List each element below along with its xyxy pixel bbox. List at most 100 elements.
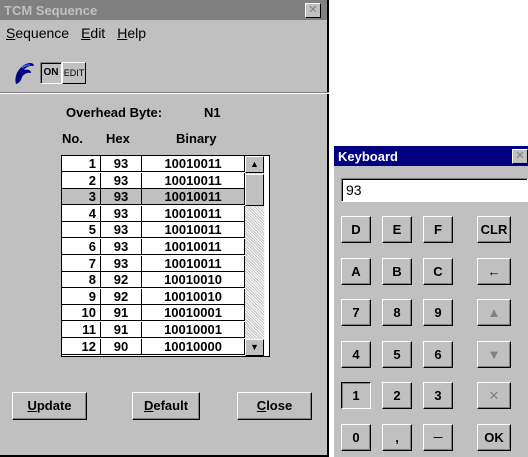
- row-number-cell[interactable]: 5: [62, 222, 101, 239]
- key-8[interactable]: 8: [382, 299, 412, 326]
- table-row[interactable]: 1 93 10010011: [62, 156, 245, 172]
- row-hex-cell[interactable]: 93: [101, 205, 142, 222]
- scroll-up-button[interactable]: ▲: [245, 156, 264, 173]
- row-binary-cell[interactable]: 10010010: [142, 272, 245, 289]
- table-row[interactable]: 9 92 10010010: [62, 288, 245, 305]
- sequence-grid[interactable]: 1 93 10010011 2 93 10010011 3 93 10010011 4 93 1001…: [61, 155, 270, 357]
- row-number-cell[interactable]: 4: [62, 205, 101, 222]
- table-row[interactable]: 11 91 10010001: [62, 322, 245, 338]
- tcm-toolbar: ON EDIT: [12, 60, 86, 86]
- key-9[interactable]: 9: [423, 299, 453, 326]
- overhead-byte-value: N1: [204, 105, 221, 120]
- on-toggle-button[interactable]: ON: [40, 62, 62, 84]
- row-binary-cell[interactable]: 10010001: [142, 322, 245, 338]
- tcm-close-x-button[interactable]: ✕: [305, 3, 321, 18]
- menu-sequence[interactable]: Sequence: [0, 22, 75, 44]
- key-b[interactable]: B: [382, 258, 412, 285]
- keyboard-title-bar[interactable]: Keyboard: [334, 146, 528, 166]
- table-row[interactable]: 3 93 10010011: [62, 189, 245, 206]
- row-binary-cell[interactable]: 10010001: [142, 305, 245, 322]
- key-0[interactable]: 0: [341, 424, 371, 451]
- table-row[interactable]: 8 92 10010010: [62, 272, 245, 289]
- key-comma[interactable]: ,: [382, 424, 412, 451]
- default-button[interactable]: Default: [132, 392, 200, 420]
- edit-toggle-button[interactable]: EDIT: [62, 62, 86, 84]
- close-icon: ✕: [308, 4, 318, 16]
- column-header-binary: Binary: [176, 131, 217, 146]
- table-row[interactable]: 7 93 10010011: [62, 255, 245, 272]
- row-hex-cell[interactable]: 93: [101, 255, 142, 272]
- close-button[interactable]: Close: [237, 392, 312, 420]
- update-button[interactable]: Update: [12, 392, 87, 420]
- row-binary-cell[interactable]: 10010011: [142, 172, 245, 189]
- row-number-cell[interactable]: 3: [62, 189, 101, 206]
- menu-help[interactable]: Help: [111, 22, 152, 44]
- row-number-cell[interactable]: 9: [62, 288, 101, 305]
- key-2[interactable]: 2: [382, 382, 412, 409]
- table-row[interactable]: 10 91 10010001: [62, 305, 245, 322]
- row-number-cell[interactable]: 11: [62, 322, 101, 338]
- scroll-thumb[interactable]: [245, 174, 264, 206]
- row-hex-cell[interactable]: 91: [101, 322, 142, 338]
- key-4[interactable]: 4: [341, 341, 371, 368]
- row-hex-cell[interactable]: 92: [101, 272, 142, 289]
- table-row[interactable]: 6 93 10010011: [62, 239, 245, 255]
- row-hex-cell[interactable]: 93: [101, 189, 142, 206]
- keyboard-close-x-button[interactable]: ✕: [512, 149, 528, 164]
- key-5[interactable]: 5: [382, 341, 412, 368]
- row-number-cell[interactable]: 8: [62, 272, 101, 289]
- row-binary-cell[interactable]: 10010011: [142, 239, 245, 255]
- row-binary-cell[interactable]: 10010011: [142, 205, 245, 222]
- key-backspace[interactable]: ←: [477, 258, 511, 285]
- key-up[interactable]: ▲: [477, 299, 511, 326]
- key-down[interactable]: ▼: [477, 341, 511, 368]
- close-icon: ✕: [515, 150, 525, 162]
- row-hex-cell[interactable]: 92: [101, 288, 142, 305]
- tcm-sequence-window: TCM Sequence ✕ Sequence Edit Help ON EDI…: [0, 0, 329, 457]
- key-clear[interactable]: CLR: [477, 216, 511, 243]
- row-hex-cell[interactable]: 90: [101, 338, 142, 355]
- row-binary-cell[interactable]: 10010000: [142, 338, 245, 355]
- row-number-cell[interactable]: 1: [62, 156, 101, 172]
- row-hex-cell[interactable]: 93: [101, 156, 142, 172]
- key-7[interactable]: 7: [341, 299, 371, 326]
- key-ok[interactable]: OK: [477, 424, 511, 451]
- key-d[interactable]: D: [341, 216, 371, 243]
- row-binary-cell[interactable]: 10010011: [142, 156, 245, 172]
- row-binary-cell[interactable]: 10010010: [142, 288, 245, 305]
- row-binary-cell[interactable]: 10010011: [142, 189, 245, 206]
- row-number-cell[interactable]: 6: [62, 239, 101, 255]
- row-hex-cell[interactable]: 93: [101, 172, 142, 189]
- cancel-x-icon: ✕: [488, 388, 500, 403]
- row-number-cell[interactable]: 12: [62, 338, 101, 355]
- row-hex-cell[interactable]: 93: [101, 222, 142, 239]
- key-e[interactable]: E: [382, 216, 412, 243]
- table-row[interactable]: 5 93 10010011: [62, 222, 245, 239]
- keyboard-display[interactable]: 93: [341, 178, 528, 202]
- menu-edit[interactable]: Edit: [75, 22, 111, 44]
- key-a[interactable]: A: [341, 258, 371, 285]
- vertical-scrollbar[interactable]: ▲ ▼: [245, 156, 264, 356]
- key-c[interactable]: C: [423, 258, 453, 285]
- table-row[interactable]: 12 90 10010000: [62, 338, 245, 355]
- key-3[interactable]: 3: [423, 382, 453, 409]
- tcm-title-bar[interactable]: TCM Sequence: [0, 0, 327, 20]
- scroll-down-button[interactable]: ▼: [245, 339, 264, 356]
- row-hex-cell[interactable]: 91: [101, 305, 142, 322]
- key-1[interactable]: 1: [341, 382, 371, 409]
- table-row[interactable]: 2 93 10010011: [62, 172, 245, 189]
- key-dash[interactable]: —: [423, 424, 453, 451]
- key-6[interactable]: 6: [423, 341, 453, 368]
- row-number-cell[interactable]: 2: [62, 172, 101, 189]
- tcm-window-title: TCM Sequence: [4, 2, 98, 18]
- row-hex-cell[interactable]: 93: [101, 239, 142, 255]
- app-logo-icon: [15, 62, 34, 84]
- key-cancel[interactable]: ✕: [477, 382, 511, 409]
- row-number-cell[interactable]: 10: [62, 305, 101, 322]
- key-f[interactable]: F: [423, 216, 453, 243]
- column-header-hex: Hex: [106, 131, 130, 146]
- row-binary-cell[interactable]: 10010011: [142, 255, 245, 272]
- row-binary-cell[interactable]: 10010011: [142, 222, 245, 239]
- table-row[interactable]: 4 93 10010011: [62, 205, 245, 222]
- row-number-cell[interactable]: 7: [62, 255, 101, 272]
